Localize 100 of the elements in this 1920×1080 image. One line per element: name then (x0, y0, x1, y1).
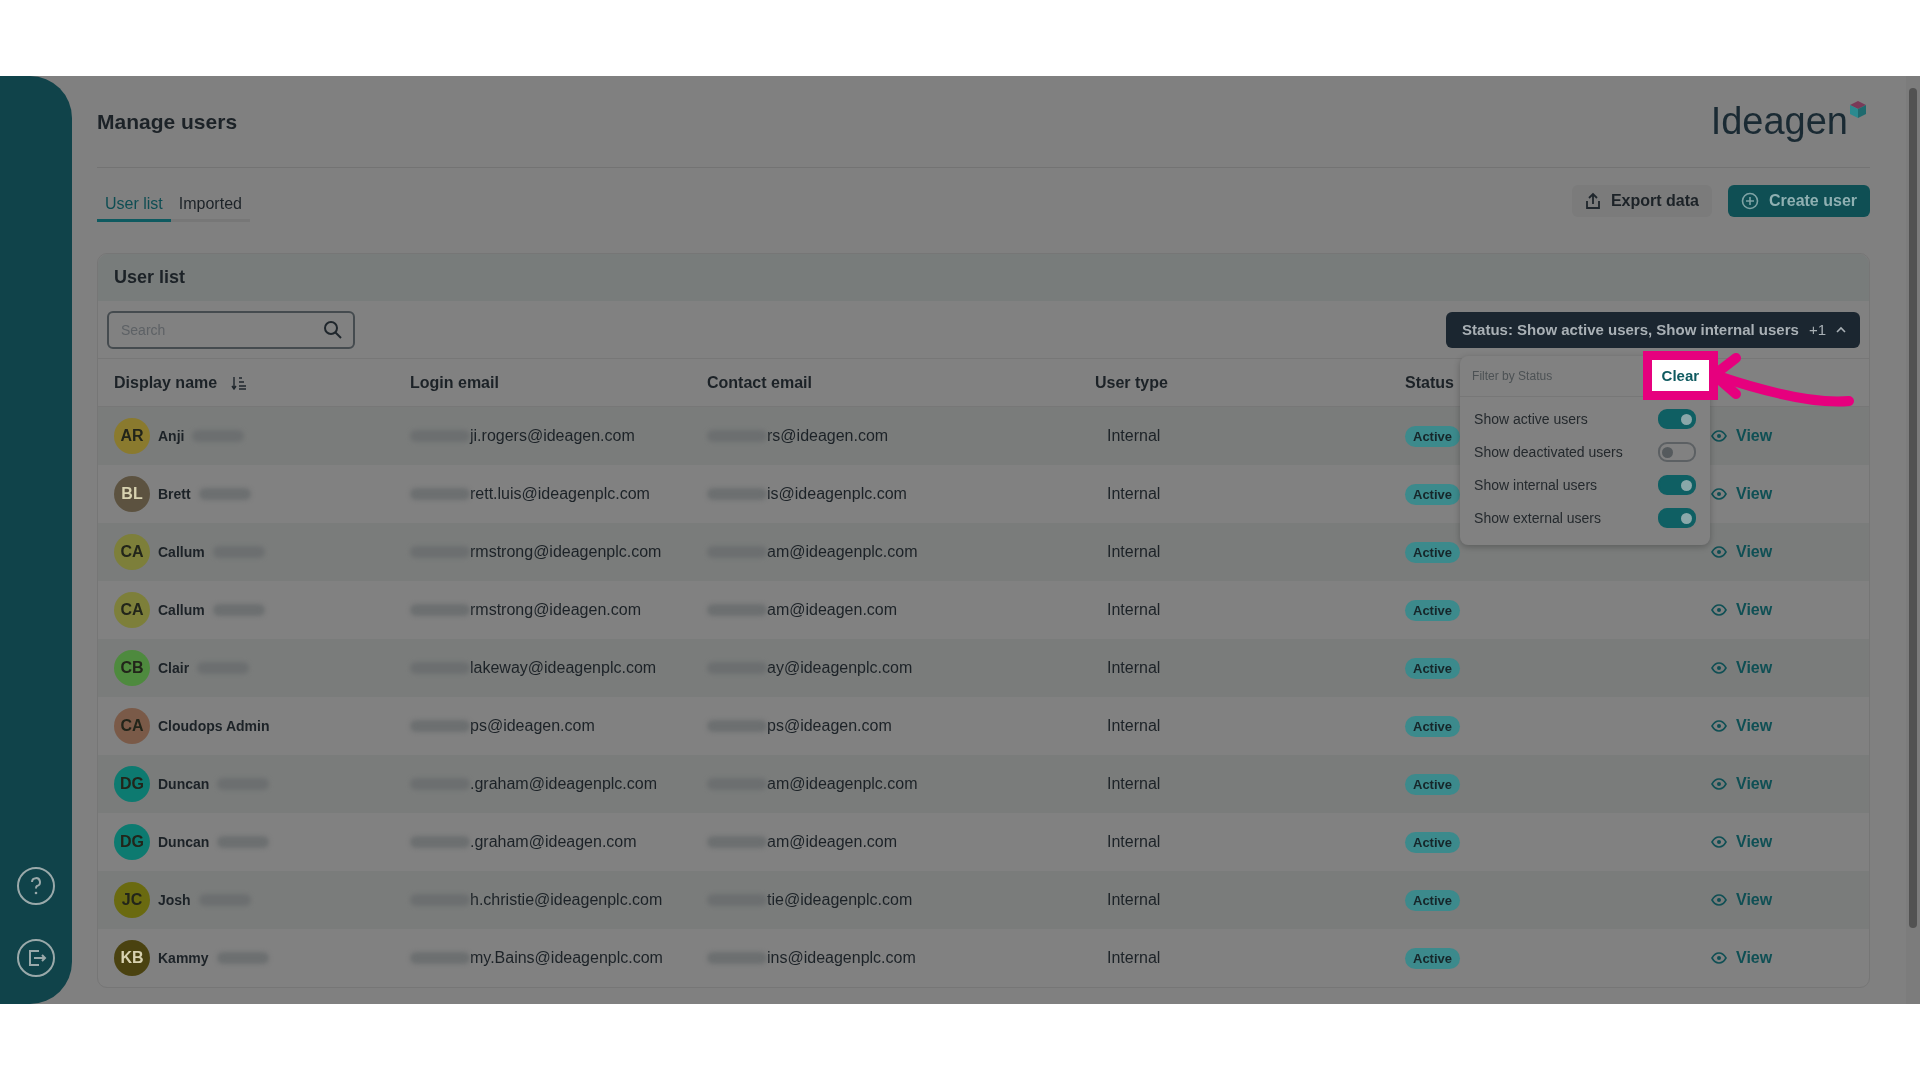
toggle-switch[interactable] (1658, 442, 1697, 462)
scrollbar-thumb[interactable] (1909, 88, 1917, 928)
user-type: Internal (1106, 427, 1162, 445)
page-title: Manage users (97, 109, 238, 134)
avatar: DG (114, 766, 150, 802)
view-link[interactable]: View (1711, 427, 1773, 445)
view-link[interactable]: View (1711, 833, 1773, 851)
status-badge: Active (1405, 716, 1461, 737)
panel-title: User list (114, 267, 186, 288)
toggle-switch[interactable] (1658, 508, 1697, 528)
eye-icon (1711, 546, 1727, 558)
user-type: Internal (1106, 485, 1162, 503)
search-icon[interactable] (323, 319, 343, 340)
user-name: Duncan (158, 834, 210, 850)
status-badge: Active (1405, 832, 1461, 853)
view-link[interactable]: View (1711, 485, 1773, 503)
column-header: User type (1095, 373, 1168, 392)
sort-icon[interactable] (231, 375, 248, 390)
user-type: Internal (1106, 891, 1162, 909)
login-email: rmstrong@ideagenplc.com (470, 543, 662, 561)
user-type: Internal (1106, 601, 1162, 619)
tab[interactable]: User list (97, 189, 171, 222)
contact-email: am@ideagenplc.com (767, 775, 918, 793)
user-name: Josh (158, 892, 191, 908)
view-link[interactable]: View (1711, 543, 1773, 561)
login-email: ji.rogers@ideagen.com (470, 427, 635, 445)
eye-icon (1711, 662, 1727, 674)
user-name: Cloudops Admin (158, 718, 270, 734)
login-email: rmstrong@ideagen.com (470, 601, 641, 619)
contact-email: ps@ideagen.com (767, 717, 892, 735)
user-type: Internal (1106, 659, 1162, 677)
status-badge: Active (1405, 948, 1461, 969)
export-button[interactable]: Export data (1571, 184, 1712, 217)
user-type: Internal (1106, 833, 1162, 851)
status-badge: Active (1405, 542, 1461, 563)
contact-email: am@ideagen.com (767, 833, 898, 851)
contact-email: is@ideagenplc.com (767, 485, 907, 503)
user-type: Internal (1106, 717, 1162, 735)
avatar: DG (114, 824, 150, 860)
user-name: Callum (158, 602, 205, 618)
eye-icon (1711, 488, 1727, 500)
eye-icon (1711, 836, 1727, 848)
clear-button[interactable]: Clear (1642, 351, 1719, 400)
login-email: ps@ideagen.com (470, 717, 595, 735)
avatar: CB (114, 650, 150, 686)
status-badge: Active (1405, 890, 1461, 911)
user-type: Internal (1106, 949, 1162, 967)
option-label: Show active users (1474, 411, 1588, 427)
plus-icon (1740, 191, 1759, 210)
view-link[interactable]: View (1711, 775, 1773, 793)
user-name: Duncan (158, 776, 210, 792)
login-email: h.christie@ideagenplc.com (470, 891, 663, 909)
column-header: Status (1405, 373, 1454, 392)
toggle-switch[interactable] (1658, 475, 1697, 495)
column-header: Contact email (707, 373, 812, 392)
contact-email: ay@ideagenplc.com (767, 659, 913, 677)
scrollbar[interactable] (1906, 76, 1920, 1004)
status-badge: Active (1405, 658, 1461, 679)
help-icon[interactable] (16, 866, 56, 906)
create-user-button[interactable]: Create user (1727, 184, 1870, 217)
contact-email: tie@ideagenplc.com (767, 891, 913, 909)
toggle-switch[interactable] (1658, 409, 1697, 429)
contact-email: am@ideagenplc.com (767, 543, 918, 561)
column-header: Login email (410, 373, 499, 392)
user-name: Brett (158, 486, 191, 502)
view-link[interactable]: View (1711, 891, 1773, 909)
login-email: rett.luis@ideagenplc.com (470, 485, 650, 503)
view-link[interactable]: View (1711, 601, 1773, 619)
column-header[interactable]: Display name (114, 373, 248, 392)
view-link[interactable]: View (1711, 659, 1773, 677)
status-badge: Active (1405, 600, 1461, 621)
user-name: Clair (158, 660, 190, 676)
contact-email: ins@ideagenplc.com (767, 949, 916, 967)
caret-icon (1836, 325, 1846, 334)
eye-icon (1711, 778, 1727, 790)
view-link[interactable]: View (1711, 717, 1773, 735)
user-name: Callum (158, 544, 205, 560)
logo: Ideagen (1710, 98, 1870, 145)
status-badge: Active (1405, 774, 1461, 795)
status-filter-button[interactable]: Status: Show active users, Show internal users +1 (1446, 311, 1860, 348)
eye-icon (1711, 952, 1727, 964)
user-name: Kammy (158, 950, 209, 966)
login-email: .graham@ideagenplc.com (470, 775, 657, 793)
contact-email: rs@ideagen.com (767, 427, 889, 445)
login-email: lakeway@ideagenplc.com (470, 659, 657, 677)
export-icon (1584, 191, 1601, 210)
option-label: Show deactivated users (1474, 444, 1623, 460)
tab[interactable]: Imported (170, 189, 250, 222)
view-link[interactable]: View (1711, 949, 1773, 967)
avatar: BL (114, 476, 150, 512)
contact-email: am@ideagen.com (767, 601, 898, 619)
user-name: Anji (158, 428, 185, 444)
eye-icon (1711, 604, 1727, 616)
option-label: Show internal users (1474, 477, 1598, 493)
avatar: CA (114, 708, 150, 744)
avatar: KB (114, 940, 150, 976)
user-type: Internal (1106, 775, 1162, 793)
avatar: CA (114, 534, 150, 570)
status-badge: Active (1405, 426, 1461, 447)
logout-icon[interactable] (16, 938, 56, 978)
